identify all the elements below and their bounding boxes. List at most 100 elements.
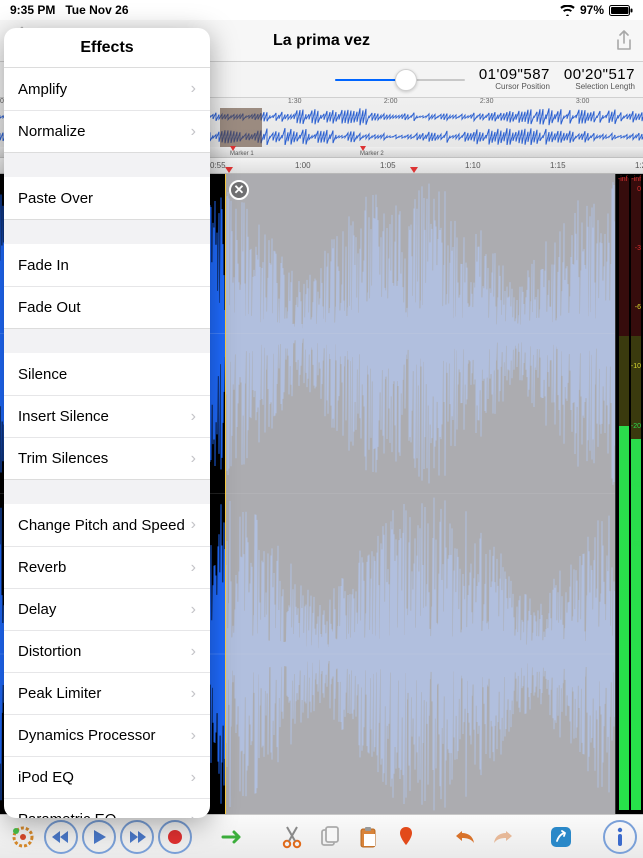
chevron-right-icon: › bbox=[191, 80, 196, 98]
detail-tick: 0:55 bbox=[210, 161, 226, 170]
detail-tick: 1:05 bbox=[380, 161, 396, 170]
wifi-icon bbox=[560, 5, 575, 16]
cut-icon bbox=[281, 825, 303, 849]
status-bar: 9:35 PM Tue Nov 26 97% bbox=[0, 0, 643, 20]
effects-item-label: Insert Silence bbox=[18, 408, 109, 425]
export-arrow-icon bbox=[221, 827, 247, 847]
fx-gear-icon bbox=[10, 824, 36, 850]
overview-marker[interactable]: Marker 1 bbox=[230, 146, 254, 157]
overview-tick: 2:30 bbox=[480, 98, 494, 105]
effects-item-label: Trim Silences bbox=[18, 450, 108, 467]
overview-tick: 1:30 bbox=[288, 98, 302, 105]
detail-marker[interactable] bbox=[410, 167, 418, 173]
effects-item[interactable]: Delay› bbox=[4, 588, 210, 630]
effects-item[interactable]: Reverb › bbox=[4, 546, 210, 588]
record-icon bbox=[165, 827, 185, 847]
chevron-right-icon: › bbox=[191, 123, 196, 141]
play-button[interactable] bbox=[82, 820, 116, 854]
effects-item[interactable]: Fade Out bbox=[4, 286, 210, 328]
copy-icon bbox=[319, 825, 341, 849]
chevron-right-icon: › bbox=[191, 685, 196, 703]
rewind-icon bbox=[51, 827, 71, 847]
effects-popover-title: Effects bbox=[4, 28, 210, 68]
effects-list[interactable]: Amplify › Normalize › Paste Over Fade In Fade … bbox=[4, 68, 210, 818]
chevron-right-icon: › bbox=[191, 727, 196, 745]
overview-selection[interactable] bbox=[220, 108, 262, 147]
effects-item[interactable]: Peak Limiter› bbox=[4, 672, 210, 714]
undo-button[interactable] bbox=[448, 820, 482, 854]
forward-button[interactable] bbox=[120, 820, 154, 854]
paste-button[interactable] bbox=[351, 820, 385, 854]
effects-item[interactable]: Dynamics Processor › bbox=[4, 714, 210, 756]
battery-percent: 97% bbox=[580, 3, 604, 17]
effects-item[interactable]: Distortion › bbox=[4, 630, 210, 672]
chevron-right-icon: › bbox=[191, 643, 196, 661]
effects-item[interactable]: Paste Over bbox=[4, 177, 210, 219]
chevron-right-icon: › bbox=[191, 559, 196, 577]
close-selection-icon[interactable]: ✕ bbox=[229, 180, 249, 200]
cursor-position-label: Cursor Position bbox=[479, 83, 550, 91]
copy-button[interactable] bbox=[313, 820, 347, 854]
effects-item[interactable]: Fade In bbox=[4, 244, 210, 286]
effects-item-label: Dynamics Processor bbox=[18, 727, 156, 744]
detail-tick: 1:10 bbox=[465, 161, 481, 170]
effects-item-label: iPod EQ bbox=[18, 769, 74, 786]
overview-tick: 3:00 bbox=[576, 98, 590, 105]
effects-item[interactable]: Parametric EQ › bbox=[4, 798, 210, 818]
fx-gear-button[interactable] bbox=[6, 820, 40, 854]
battery-icon bbox=[609, 5, 633, 16]
bottom-toolbar bbox=[0, 814, 643, 858]
overview-tick: 2:00 bbox=[384, 98, 398, 105]
playhead-cursor[interactable] bbox=[225, 174, 226, 814]
meter-scale-label: -10 bbox=[631, 363, 641, 370]
export-arrow-button[interactable] bbox=[217, 820, 251, 854]
cursor-position-readout: 01'09"587 Cursor Position bbox=[479, 67, 550, 91]
effects-item-label: Normalize bbox=[18, 123, 86, 140]
selection-length-label: Selection Length bbox=[564, 83, 635, 91]
forward-icon bbox=[127, 827, 147, 847]
effects-item-label: Fade In bbox=[18, 257, 69, 274]
effects-item[interactable]: Normalize › bbox=[4, 110, 210, 152]
effects-item-label: Silence bbox=[18, 366, 67, 383]
record-button[interactable] bbox=[158, 820, 192, 854]
zoom-slider[interactable] bbox=[335, 70, 465, 90]
cursor-position-value: 01'09"587 bbox=[479, 67, 550, 83]
effects-item-label: Reverb bbox=[18, 559, 66, 576]
chevron-right-icon: › bbox=[191, 516, 196, 534]
detail-tick: 1:00 bbox=[295, 161, 311, 170]
redo-button[interactable] bbox=[486, 820, 520, 854]
share-button[interactable] bbox=[615, 30, 633, 52]
detail-marker[interactable] bbox=[225, 167, 233, 173]
effects-item[interactable]: iPod EQ› bbox=[4, 756, 210, 798]
effects-item[interactable]: Amplify › bbox=[4, 68, 210, 110]
cut-button[interactable] bbox=[275, 820, 309, 854]
unselected-region bbox=[225, 174, 615, 814]
play-icon bbox=[89, 827, 109, 847]
info-button[interactable] bbox=[603, 820, 637, 854]
effects-item-label: Amplify bbox=[18, 81, 67, 98]
effects-item[interactable]: Trim Silences› bbox=[4, 437, 210, 479]
info-icon bbox=[615, 827, 625, 847]
meter-scale-label: 0 bbox=[637, 186, 641, 193]
status-date: Tue Nov 26 bbox=[65, 3, 128, 17]
effects-item-label: Change Pitch and Speed bbox=[18, 517, 185, 534]
effects-item-label: Distortion bbox=[18, 643, 81, 660]
effects-item[interactable]: Change Pitch and Speed › bbox=[4, 504, 210, 546]
effects-item[interactable]: Insert Silence› bbox=[4, 395, 210, 437]
undo-icon bbox=[453, 827, 477, 847]
effects-item-label: Parametric EQ bbox=[18, 811, 116, 818]
meter-scale-label: -6 bbox=[635, 304, 641, 311]
chevron-right-icon: › bbox=[191, 811, 196, 819]
share-app-button[interactable] bbox=[544, 820, 578, 854]
marker-button[interactable] bbox=[389, 820, 423, 854]
effects-popover: Effects Amplify › Normalize › Paste Over Fade… bbox=[4, 28, 210, 818]
meter-scale-label: -20 bbox=[631, 423, 641, 430]
redo-icon bbox=[491, 827, 515, 847]
effects-item[interactable]: Silence bbox=[4, 353, 210, 395]
overview-marker[interactable]: Marker 2 bbox=[360, 146, 384, 157]
status-time: 9:35 PM bbox=[10, 3, 55, 17]
effects-item-label: Delay bbox=[18, 601, 56, 618]
rewind-button[interactable] bbox=[44, 820, 78, 854]
meter-scale-label: -3 bbox=[635, 245, 641, 252]
detail-tick: 1:20 bbox=[635, 161, 643, 170]
